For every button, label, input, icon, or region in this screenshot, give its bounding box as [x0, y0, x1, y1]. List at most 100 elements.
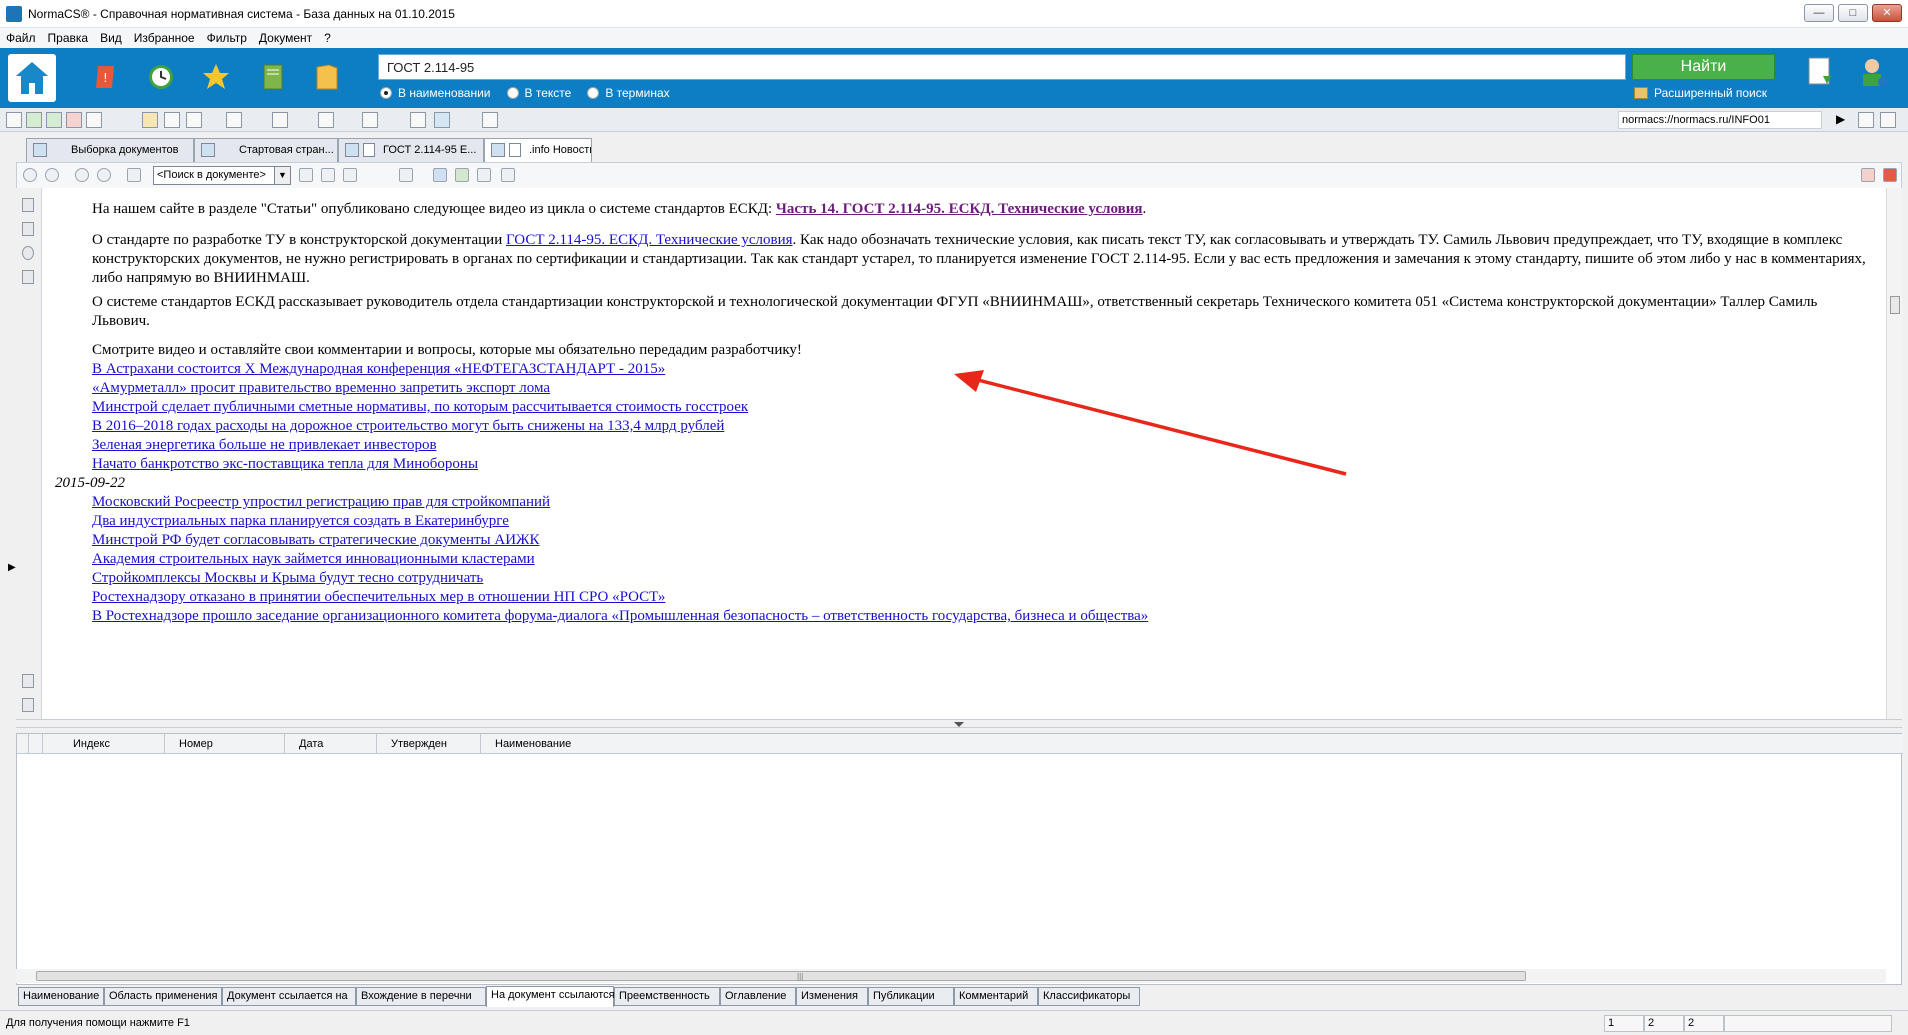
find-button[interactable]: Найти [1632, 54, 1775, 80]
pane-splitter[interactable] [16, 719, 1902, 728]
article-link[interactable]: Часть 14. ГОСТ 2.114-95. ЕСКД. Техническ… [776, 201, 1143, 217]
print-icon[interactable] [399, 168, 413, 182]
doc-green-icon[interactable] [26, 112, 42, 128]
grid-icon[interactable] [434, 112, 450, 128]
doc-yellow-icon[interactable] [142, 112, 158, 128]
tab-changes[interactable]: Изменения [796, 987, 868, 1006]
doc-copy-icon[interactable] [164, 112, 180, 128]
menu-edit[interactable]: Правка [48, 31, 89, 45]
news-link[interactable]: Стройкомплексы Москвы и Крыма будут тесн… [92, 569, 483, 588]
list-icon[interactable] [22, 222, 34, 236]
news-link[interactable]: Минстрой РФ будет согласовывать стратеги… [92, 531, 539, 550]
tab-referenced-by[interactable]: На документ ссылаются [486, 986, 615, 1007]
user-info-icon[interactable] [1858, 56, 1890, 90]
doc-menu-icon[interactable] [186, 112, 202, 128]
doc-list-icon[interactable] [86, 112, 102, 128]
tab-contents[interactable]: Оглавление [720, 987, 796, 1006]
menu-filter[interactable]: Фильтр [207, 31, 247, 45]
zoom-in-icon[interactable] [75, 168, 89, 182]
news-link[interactable]: Два индустриальных парка планируется соз… [92, 512, 509, 531]
news-link[interactable]: В Астрахани состоится X Международная ко… [92, 360, 665, 379]
minimize-button[interactable]: — [1804, 4, 1834, 22]
document-scrollbar[interactable] [1886, 188, 1902, 719]
news-link[interactable]: Минстрой сделает публичными сметные норм… [92, 398, 748, 417]
tab-info-news[interactable]: .info Новости [484, 138, 592, 163]
grid-horizontal-scrollbar[interactable]: ||| [16, 969, 1886, 983]
forward-icon[interactable] [45, 168, 59, 182]
find-next-icon[interactable] [321, 168, 335, 182]
zoom-out-icon[interactable] [97, 168, 111, 182]
menu-favorites[interactable]: Избранное [134, 31, 195, 45]
doc-bookmark-icon[interactable] [226, 112, 242, 128]
find-icon[interactable] [127, 168, 141, 182]
column-date[interactable]: Дата [285, 734, 377, 754]
tab-scope[interactable]: Область применения [104, 987, 222, 1006]
menu-file[interactable]: Файл [6, 31, 36, 45]
doc-red-icon[interactable] [66, 112, 82, 128]
find-prev-icon[interactable] [343, 168, 357, 182]
expand-arrow-icon[interactable]: ▶ [8, 562, 20, 576]
chevron-down-icon[interactable]: ▼ [274, 167, 290, 184]
warning-book-icon[interactable]: ! [92, 62, 122, 92]
menu-help[interactable]: ? [324, 31, 331, 45]
column-approved[interactable]: Утвержден [377, 734, 481, 754]
close-button[interactable]: ✕ [1872, 4, 1902, 22]
doc-new-icon[interactable] [6, 112, 22, 128]
maximize-button[interactable]: □ [1838, 4, 1868, 22]
back-icon[interactable] [23, 168, 37, 182]
copy-url-icon[interactable] [1858, 112, 1874, 128]
search-input[interactable] [378, 54, 1626, 80]
notebook-icon[interactable] [258, 62, 288, 92]
radio-in-text[interactable]: В тексте [506, 86, 571, 100]
column-index[interactable]: Индекс [43, 734, 165, 754]
advanced-search-link[interactable]: Расширенный поиск [1634, 86, 1767, 100]
news-link[interactable]: «Амурметалл» просит правительство времен… [92, 379, 550, 398]
document-search-box[interactable]: <Поиск в документе> ▼ [153, 166, 291, 185]
go-arrow-icon[interactable]: ▶ [1836, 112, 1852, 128]
column-name[interactable]: Наименование [481, 734, 1901, 754]
news-link[interactable]: Начато банкротство экс-поставщика тепла … [92, 455, 478, 474]
text-tool-icon[interactable] [318, 112, 334, 128]
history-clock-icon[interactable] [146, 62, 176, 92]
check-icon[interactable] [410, 112, 426, 128]
page-icon[interactable] [22, 198, 34, 212]
download-document-icon[interactable] [1805, 56, 1837, 90]
image-export-icon[interactable] [455, 168, 469, 182]
news-link[interactable]: В Ростехнадзоре прошло заседание организ… [92, 607, 1148, 626]
radio-in-terms[interactable]: В терминах [587, 86, 670, 100]
tab-start-page[interactable]: Стартовая стран... [194, 138, 338, 162]
scrollbar-thumb[interactable]: ||| [36, 971, 1526, 981]
column-number[interactable]: Номер [165, 734, 285, 754]
radio-in-title[interactable]: В наименовании [380, 86, 491, 100]
home-button[interactable] [8, 54, 56, 102]
tab-document-selection[interactable]: Выборка документов [26, 138, 194, 162]
menu-view[interactable]: Вид [100, 31, 122, 45]
users-icon[interactable] [272, 112, 288, 128]
compare-icon[interactable] [362, 112, 378, 128]
scrollbar-thumb[interactable] [1890, 296, 1900, 314]
url-field[interactable]: normacs://normacs.ru/INFO01 [1618, 111, 1822, 129]
tab-gost[interactable]: ГОСТ 2.114-95 Е... [338, 138, 484, 162]
tab-succession[interactable]: Преемственность [614, 987, 720, 1006]
tab-publications[interactable]: Публикации [868, 987, 954, 1006]
tab-classifiers[interactable]: Классификаторы [1038, 987, 1140, 1006]
tab-refers-to[interactable]: Документ ссылается на [222, 987, 356, 1006]
restore-doc-icon[interactable] [1861, 168, 1875, 182]
doc-green-2-icon[interactable] [46, 112, 62, 128]
favorites-star-icon[interactable] [201, 62, 231, 92]
news-link[interactable]: В 2016–2018 годах расходы на дорожное ст… [92, 417, 724, 436]
folder-book-icon[interactable] [312, 62, 342, 92]
tab-name[interactable]: Наименование [18, 987, 104, 1006]
close-doc-icon[interactable] [1883, 168, 1897, 182]
tab-comment[interactable]: Комментарий [954, 987, 1038, 1006]
gost-link[interactable]: ГОСТ 2.114-95. ЕСКД. Технические условия [506, 232, 793, 248]
doc-page-icon[interactable] [22, 698, 34, 712]
gear-icon[interactable] [22, 246, 34, 260]
news-link[interactable]: Московский Росреестр упростил регистраци… [92, 493, 550, 512]
image-icon[interactable] [22, 270, 34, 284]
word-export-icon[interactable] [433, 168, 447, 182]
binoculars-icon[interactable] [299, 168, 313, 182]
news-link[interactable]: Академия строительных наук займется инно… [92, 550, 535, 569]
menu-document[interactable]: Документ [259, 31, 312, 45]
news-link[interactable]: Ростехнадзору отказано в принятии обеспе… [92, 588, 665, 607]
